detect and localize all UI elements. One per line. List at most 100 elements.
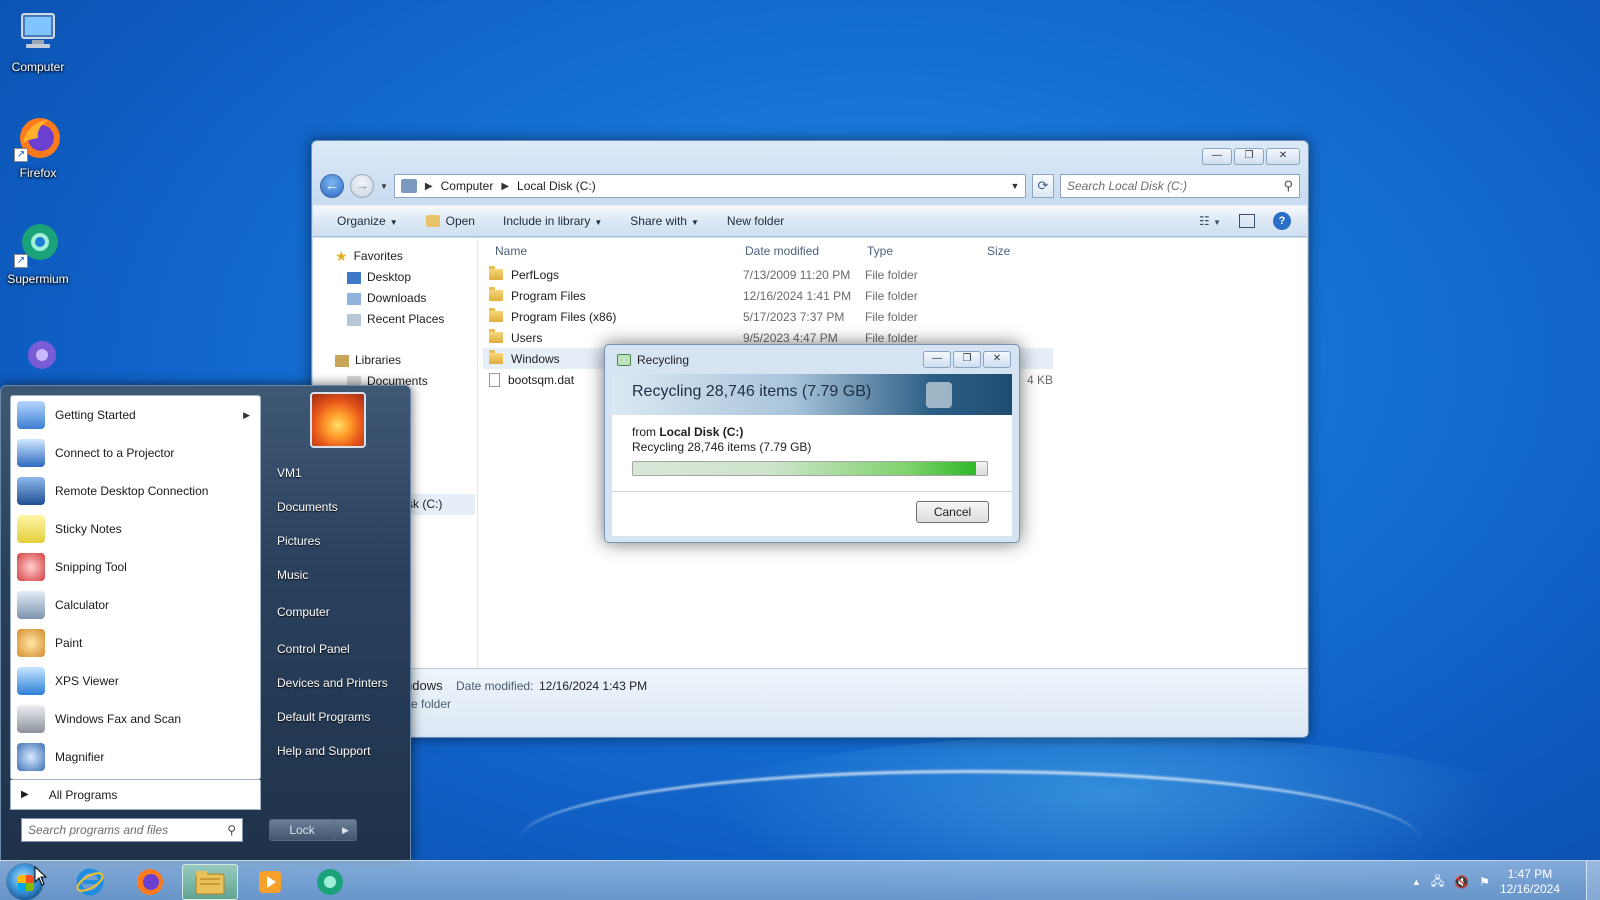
desktop-icon-supermium[interactable]: ↗ Supermium [0, 220, 76, 286]
nav-favorites[interactable]: ★ Favorites [313, 246, 477, 267]
start-place-control-panel[interactable]: Control Panel [265, 632, 407, 666]
start-place-computer[interactable]: Computer [265, 595, 407, 629]
desktop-icon-firefox[interactable]: ↗ Firefox [0, 114, 76, 180]
nav-desktop[interactable]: Desktop [313, 267, 477, 288]
computer-icon [400, 179, 417, 193]
start-menu-places: VM1 Documents Pictures Music Computer Co… [265, 456, 407, 768]
column-size[interactable]: Size [987, 244, 1057, 258]
minimize-button[interactable]: — [1202, 148, 1232, 165]
back-button[interactable]: ← [320, 174, 344, 198]
breadcrumb-separator-icon[interactable]: ▶ [425, 181, 433, 192]
chevron-right-icon: ▶ [21, 789, 29, 800]
organize-button[interactable]: Organize ▼ [337, 214, 398, 228]
start-menu[interactable]: Getting Started ▶ Connect to a Projector… [0, 385, 411, 861]
table-row[interactable]: Program Files 12/16/2024 1:41 PM File fo… [483, 285, 1307, 306]
start-place-default-programs[interactable]: Default Programs [265, 700, 407, 734]
start-place-music[interactable]: Music [265, 558, 407, 592]
minimize-button[interactable]: — [923, 351, 951, 368]
desktop-icon-label: Computer [11, 60, 65, 74]
network-icon[interactable]: 🖧 [1431, 872, 1444, 893]
progress-animation-icon [926, 382, 952, 408]
action-center-flag-icon[interactable]: ⚑ [1479, 875, 1490, 889]
desktop-icon [347, 271, 361, 284]
recycling-dialog[interactable]: Recycling — ❐ ✕ Recycling 28,746 items (… [604, 344, 1020, 543]
maximize-button[interactable]: ❐ [1234, 148, 1264, 165]
forward-button[interactable]: → [350, 174, 374, 198]
start-place-user[interactable]: VM1 [265, 456, 407, 490]
search-input[interactable]: Search Local Disk (C:) ⚲ [1060, 174, 1300, 198]
new-folder-button[interactable]: New folder [727, 214, 784, 228]
column-name[interactable]: Name [483, 244, 745, 258]
start-search-input[interactable]: Search programs and files ⚲ [21, 818, 243, 842]
maximize-button[interactable]: ❐ [953, 351, 981, 368]
breadcrumb-separator-icon[interactable]: ▶ [501, 181, 509, 192]
lock-button[interactable]: Lock [269, 819, 335, 841]
open-button[interactable]: Open [425, 214, 475, 228]
clock-date: 12/16/2024 [1499, 882, 1560, 896]
column-header-row: Name Date modified Type Size [483, 238, 1307, 264]
cancel-button[interactable]: Cancel [916, 501, 989, 523]
include-label: Include in library [502, 214, 591, 228]
share-with-button[interactable]: Share with ▼ [630, 214, 699, 228]
start-place-help-support[interactable]: Help and Support [265, 734, 407, 768]
avatar[interactable] [310, 392, 366, 448]
taskbar-windows-explorer[interactable] [182, 864, 238, 900]
start-item-remote-desktop[interactable]: Remote Desktop Connection [11, 472, 260, 510]
search-icon: ⚲ [1283, 178, 1293, 193]
file-type: File folder [865, 330, 918, 345]
close-button[interactable]: ✕ [983, 351, 1011, 368]
start-place-pictures[interactable]: Pictures [265, 524, 407, 558]
start-item-paint[interactable]: Paint [11, 624, 260, 662]
taskbar-media-player[interactable] [242, 864, 298, 900]
show-desktop-button[interactable] [1586, 861, 1600, 900]
start-place-devices-printers[interactable]: Devices and Printers [265, 666, 407, 700]
volume-muted-icon[interactable]: 🔇 [1454, 875, 1469, 889]
libraries-icon [335, 354, 349, 367]
breadcrumb-computer[interactable]: Computer [441, 179, 494, 193]
table-row[interactable]: Program Files (x86) 5/17/2023 7:37 PM Fi… [483, 306, 1307, 327]
start-item-magnifier[interactable]: Magnifier [11, 738, 260, 776]
start-item-snipping-tool[interactable]: Snipping Tool [11, 548, 260, 586]
address-dropdown-icon[interactable]: ▼ [1005, 181, 1025, 191]
dialog-title: Recycling [617, 353, 689, 367]
all-programs-label: All Programs [48, 787, 118, 802]
taskbar-internet-explorer[interactable] [62, 864, 118, 900]
include-in-library-button[interactable]: Include in library ▼ [503, 214, 602, 228]
all-programs-button[interactable]: ▶ All Programs [10, 780, 261, 810]
desktop-icon-computer[interactable]: Computer [0, 8, 76, 74]
nav-recent-places[interactable]: Recent Places [313, 309, 477, 330]
column-type[interactable]: Type [867, 244, 987, 258]
app-icon [14, 335, 62, 383]
nav-downloads[interactable]: Downloads [313, 288, 477, 309]
shutdown-options-icon[interactable]: ▶ [335, 819, 357, 841]
start-item-calculator[interactable]: Calculator [11, 586, 260, 624]
clock[interactable]: 1:47 PM 12/16/2024 [1500, 867, 1560, 897]
taskbar-firefox[interactable] [122, 864, 178, 900]
address-bar[interactable]: ▶ Computer ▶ Local Disk (C:) ▼ [393, 174, 1026, 198]
desktop-icon-partial[interactable] [0, 335, 76, 387]
file-name: PerfLogs [511, 267, 560, 282]
open-label: Open [445, 214, 475, 228]
start-item-connect-projector[interactable]: Connect to a Projector [11, 434, 260, 472]
start-item-sticky-notes[interactable]: Sticky Notes [11, 510, 260, 548]
recent-pages-icon[interactable]: ▼ [380, 182, 388, 191]
breadcrumb-local-disk[interactable]: Local Disk (C:) [517, 179, 596, 193]
view-controls: ☷ ▼ ? [1199, 212, 1291, 230]
taskbar-supermium[interactable] [302, 864, 358, 900]
column-date-modified[interactable]: Date modified [745, 244, 867, 258]
table-row[interactable]: PerfLogs 7/13/2009 11:20 PM File folder [483, 264, 1307, 285]
refresh-button[interactable]: ⟳ [1032, 174, 1054, 198]
nav-libraries[interactable]: Libraries [313, 350, 477, 371]
start-place-documents[interactable]: Documents [265, 490, 407, 524]
preview-pane-icon[interactable] [1239, 214, 1255, 228]
nav-local-disk[interactable]: sk (C:) [403, 494, 475, 515]
start-item-getting-started[interactable]: Getting Started ▶ [11, 396, 260, 434]
close-button[interactable]: ✕ [1266, 148, 1300, 165]
show-hidden-icons-icon[interactable]: ▲ [1412, 877, 1421, 887]
start-item-fax-scan[interactable]: Windows Fax and Scan [11, 700, 260, 738]
view-options-icon[interactable]: ☷ ▼ [1199, 214, 1221, 228]
supermium-icon [317, 869, 343, 895]
help-icon[interactable]: ? [1273, 212, 1291, 230]
file-date: 12/16/2024 1:41 PM [743, 288, 852, 303]
start-item-xps-viewer[interactable]: XPS Viewer [11, 662, 260, 700]
